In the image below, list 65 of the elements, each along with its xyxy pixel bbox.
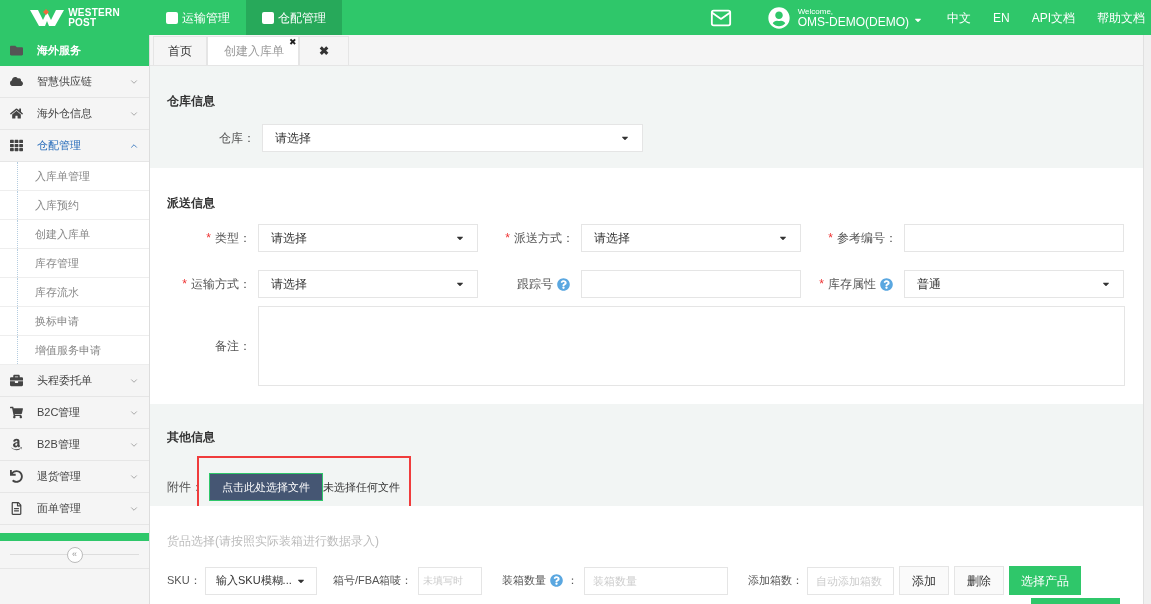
logo-text: WESTERN POST bbox=[68, 7, 120, 28]
section-title: 其他信息 bbox=[167, 429, 216, 446]
menu-icon bbox=[10, 470, 23, 483]
scrollbar[interactable] bbox=[1143, 35, 1151, 604]
sidebar-header: 海外服务 bbox=[0, 35, 149, 66]
select-field[interactable]: 请选择 bbox=[262, 124, 643, 152]
field-label: 跟踪号 bbox=[517, 276, 553, 293]
select-field[interactable]: 输入SKU模糊... bbox=[205, 566, 317, 595]
help-icon[interactable] bbox=[550, 574, 564, 587]
page-tab[interactable]: 首页 bbox=[153, 36, 207, 65]
menu-icon bbox=[10, 406, 23, 419]
field-label: 库存属性 bbox=[828, 276, 876, 293]
text-field[interactable] bbox=[904, 224, 1124, 252]
sidebar-item[interactable]: 海外仓信息 bbox=[0, 98, 149, 130]
menu-icon bbox=[10, 502, 23, 515]
page-tab[interactable]: 创建入库单 ✖ bbox=[207, 36, 299, 65]
field-label: 仓库： bbox=[218, 130, 256, 147]
sidebar-item[interactable]: 智慧供应链 bbox=[0, 66, 149, 98]
sidebar-item[interactable]: 面单管理 bbox=[0, 493, 149, 525]
field-label: SKU： bbox=[167, 573, 202, 589]
colon: ： bbox=[567, 573, 579, 589]
field-label: 备注： bbox=[215, 338, 251, 355]
select-field[interactable]: 请选择 bbox=[258, 270, 478, 298]
avatar-icon[interactable] bbox=[767, 6, 790, 29]
section-title: 派送信息 bbox=[166, 195, 216, 212]
file-status: 未选择任何文件 bbox=[323, 479, 400, 495]
field-label: 附件： bbox=[167, 479, 204, 496]
sidebar-item[interactable]: 退货管理 bbox=[0, 461, 149, 493]
field-label: 添加箱数： bbox=[748, 573, 804, 589]
menu-icon bbox=[10, 438, 23, 451]
logo-icon bbox=[30, 8, 65, 27]
sidebar-item[interactable]: B2B管理 bbox=[0, 429, 149, 461]
help-icon[interactable] bbox=[557, 277, 570, 291]
required-mark: * bbox=[206, 230, 211, 247]
choose-file-button[interactable]: 点击此处选择文件 bbox=[209, 473, 323, 501]
select-field[interactable]: 请选择 bbox=[258, 224, 478, 252]
sidebar-item[interactable]: 头程委托单 bbox=[0, 365, 149, 397]
section-title: 仓库信息 bbox=[167, 93, 216, 110]
field-label: 类型： bbox=[215, 230, 251, 247]
select-field[interactable]: 普通 bbox=[904, 270, 1124, 298]
field-label: 派送方式： bbox=[514, 230, 574, 247]
required-mark: * bbox=[819, 276, 824, 293]
close-icon[interactable]: ✖ bbox=[289, 38, 297, 47]
menu-icon bbox=[10, 75, 23, 88]
menu-icon bbox=[10, 107, 23, 120]
help-icon[interactable] bbox=[880, 277, 893, 291]
remark-field[interactable] bbox=[258, 306, 1125, 386]
action-button[interactable]: 删除 bbox=[954, 566, 1005, 595]
select-field[interactable]: 请选择 bbox=[581, 224, 801, 252]
folder-icon bbox=[10, 44, 23, 57]
close-icon: ✖ bbox=[314, 42, 334, 60]
required-mark: * bbox=[182, 276, 187, 293]
field-label: 运输方式： bbox=[191, 276, 251, 293]
action-button[interactable]: 添加 bbox=[899, 566, 950, 595]
menu-icon bbox=[10, 139, 23, 152]
field-label: 装箱数量 bbox=[502, 573, 547, 589]
field-label: 箱号/FBA箱唛： bbox=[333, 573, 413, 589]
section-title: 货品选择(请按照实际装箱进行数据录入) bbox=[167, 533, 380, 550]
field-label: 参考编号： bbox=[837, 230, 897, 247]
text-field[interactable] bbox=[581, 270, 801, 298]
sidebar-item[interactable]: B2C管理 bbox=[0, 397, 149, 429]
menu-icon bbox=[10, 374, 23, 387]
required-mark: * bbox=[828, 230, 833, 247]
required-mark: * bbox=[505, 230, 510, 247]
close-tab[interactable]: ✖ bbox=[299, 36, 349, 65]
